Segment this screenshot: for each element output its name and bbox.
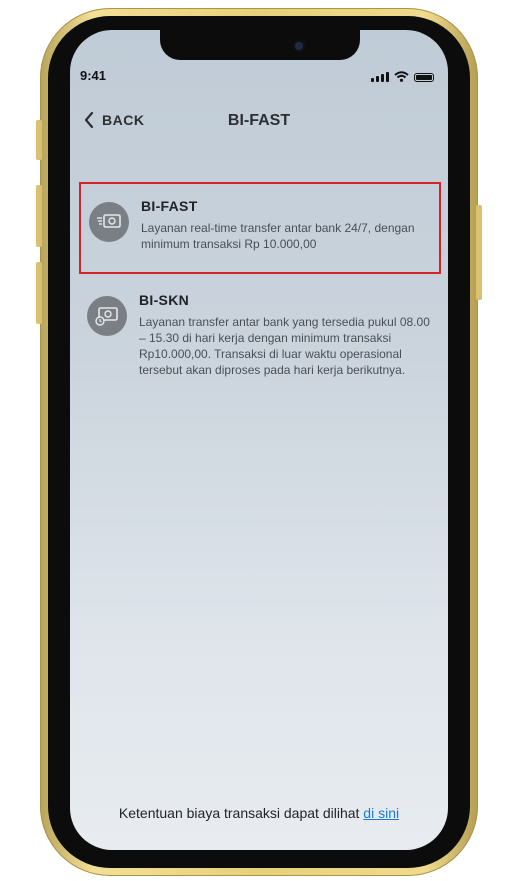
phone-side-button — [36, 185, 42, 247]
notch — [160, 30, 360, 60]
phone-side-button — [476, 205, 482, 300]
status-time: 9:41 — [80, 68, 107, 83]
option-description: Layanan transfer antar bank yang tersedi… — [139, 315, 430, 377]
phone-screen: 9:41 BACK BI-FAST BI-FAST Layanan real-t… — [70, 30, 448, 850]
option-description: Layanan real-time transfer antar bank 24… — [141, 221, 415, 251]
signal-icon — [371, 71, 389, 82]
status-icons — [371, 70, 434, 82]
wifi-icon — [394, 71, 409, 82]
cash-transfer-icon — [87, 296, 127, 336]
option-bi-fast[interactable]: BI-FAST Layanan real-time transfer antar… — [79, 182, 441, 274]
option-title: BI-FAST — [141, 198, 198, 214]
camera-icon — [295, 42, 303, 50]
battery-icon — [414, 73, 434, 82]
option-bi-skn[interactable]: BI-SKN Layanan transfer antar bank yang … — [79, 278, 441, 390]
option-title: BI-SKN — [139, 292, 190, 308]
fee-info-footer: Ketentuan biaya transaksi dapat dilihat … — [70, 805, 448, 821]
footer-text: Ketentuan biaya transaksi dapat dilihat — [118, 805, 364, 821]
fee-info-link[interactable]: di sini — [363, 805, 399, 821]
phone-side-button — [36, 262, 42, 324]
transfer-fast-icon — [89, 202, 129, 242]
page-title: BI-FAST — [227, 112, 291, 129]
phone-side-button — [36, 120, 42, 160]
